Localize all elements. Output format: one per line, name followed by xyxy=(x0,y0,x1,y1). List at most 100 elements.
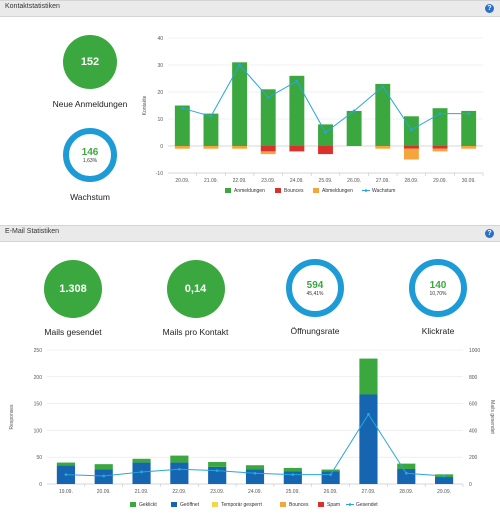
legend-label: Temporär gesperrt xyxy=(221,502,262,508)
open-rate-value: 594 xyxy=(306,279,324,291)
legend-label: Abmeldungen xyxy=(322,188,353,194)
click-rate-percent: 10,70% xyxy=(429,290,447,297)
mails-sent-circle: 1.308 xyxy=(44,260,102,318)
bar-abmeldungen xyxy=(375,146,391,149)
x-tick-label: 23.09. xyxy=(210,489,224,495)
panel-title: E-Mail Statistiken xyxy=(5,228,60,235)
point-wachstum xyxy=(324,131,327,134)
y-axis-label: Responses xyxy=(9,404,15,430)
y-tick-label: 0 xyxy=(39,482,42,488)
legend-swatch-dot xyxy=(364,189,368,192)
open-rate-ring: 594 45,41% xyxy=(286,259,344,317)
bar-geklickt xyxy=(132,458,151,463)
y-tick-label: 40 xyxy=(157,36,163,42)
bar-geoeffnet xyxy=(283,471,302,484)
x-tick-label: 27.09. xyxy=(376,178,390,184)
help-icon[interactable]: ? xyxy=(485,4,494,13)
legend-swatch xyxy=(212,502,218,507)
point-gesendet xyxy=(329,473,333,477)
point-gesendet xyxy=(64,473,68,477)
bar-geklickt xyxy=(94,464,113,470)
y2-tick-label: 600 xyxy=(469,402,478,408)
x-tick-label: 24.09. xyxy=(290,178,304,184)
y-tick-label: 250 xyxy=(34,348,43,354)
mails-sent-stat: 1.308 Mails gesendet xyxy=(28,260,118,337)
panel-title: Kontaktstatistiken xyxy=(5,3,60,10)
mails-per-contact-label: Mails pro Kontakt xyxy=(162,327,229,337)
bar-abmeldungen xyxy=(260,151,276,155)
point-wachstum xyxy=(438,112,442,115)
legend-swatch xyxy=(171,502,177,507)
point-wachstum xyxy=(381,85,385,88)
y-axis-label: Kontakte xyxy=(142,95,148,115)
bar-abmeldungen xyxy=(432,148,448,152)
point-gesendet xyxy=(404,471,408,475)
point-gesendet xyxy=(140,470,143,474)
point-wachstum xyxy=(238,63,241,67)
bar-bounces xyxy=(432,146,448,149)
bar-geklickt xyxy=(208,462,227,467)
mails-per-contact-stat: 0,14 Mails pro Kontakt xyxy=(148,260,243,337)
legend-swatch xyxy=(225,188,231,193)
legend-label: Spam xyxy=(327,502,340,508)
mails-sent-label: Mails gesendet xyxy=(44,327,102,337)
bar-abmeldungen xyxy=(403,148,419,160)
bar-geoeffnet xyxy=(435,477,454,484)
legend-swatch xyxy=(318,502,324,507)
click-rate-stat: 140 10,70% Klickrate xyxy=(393,259,483,336)
growth-stat: 146 1,63% Wachstum xyxy=(45,128,135,202)
bar-abmeldungen xyxy=(461,146,477,149)
legend-label: Anmeldungen xyxy=(234,188,265,194)
x-tick-label: 23.09. xyxy=(261,178,275,184)
point-wachstum xyxy=(295,79,299,83)
open-rate-stat: 594 45,41% Öffnungsrate xyxy=(270,259,360,336)
y2-tick-label: 0 xyxy=(469,482,472,488)
bar-geoeffnet xyxy=(359,394,378,484)
x-tick-label: 28.09. xyxy=(404,178,418,184)
bar-geklickt xyxy=(170,455,189,463)
point-gesendet xyxy=(442,474,446,478)
y2-axis-label: Mails gesendet xyxy=(489,400,495,434)
x-tick-label: 20.09. xyxy=(97,489,111,495)
x-tick-label: 22.09. xyxy=(172,489,186,495)
help-icon[interactable]: ? xyxy=(485,229,494,238)
line-wachstum xyxy=(182,64,469,134)
bar-abmeldungen xyxy=(232,146,248,149)
point-gesendet xyxy=(291,473,295,477)
new-signups-circle: 152 xyxy=(63,35,117,89)
point-gesendet xyxy=(177,467,181,471)
x-tick-label: 21.09. xyxy=(135,489,149,495)
bar-anmeldungen xyxy=(203,113,219,146)
x-tick-label: 22.09. xyxy=(233,178,247,184)
x-tick-label: 30.09. xyxy=(462,178,476,184)
contact-stats-header: Kontaktstatistiken ? xyxy=(0,0,500,17)
x-tick-label: 25.09. xyxy=(286,489,300,495)
bar-anmeldungen xyxy=(461,110,477,146)
y-tick-label: 0 xyxy=(160,144,163,150)
bar-geklickt xyxy=(283,467,302,472)
point-wachstum xyxy=(410,128,413,132)
y-tick-label: 30 xyxy=(157,63,163,69)
contact-stats-chart: 40 30 20 10 0 -10 Kontakte 20.09. 21.09. 22.09. 23… xyxy=(142,36,484,194)
bar-bounces xyxy=(403,146,419,149)
click-rate-value: 140 xyxy=(429,279,447,291)
x-tick-label: 29.09. xyxy=(433,178,447,184)
x-tick-label: 26.09. xyxy=(324,489,338,495)
x-tick-label: 26.09. xyxy=(347,178,361,184)
bar-geoeffnet xyxy=(170,462,189,484)
legend-label: Bounces xyxy=(289,502,309,508)
x-tick-label: 24.09. xyxy=(248,489,262,495)
bar-geoeffnet xyxy=(397,468,416,484)
legend-swatch xyxy=(280,502,286,507)
click-rate-label: Klickrate xyxy=(421,326,455,336)
bar-anmeldungen xyxy=(174,105,190,146)
y2-tick-label: 1000 xyxy=(469,348,480,354)
bar-geklickt xyxy=(56,462,75,466)
bar-bounces xyxy=(289,146,305,152)
legend-swatch xyxy=(275,188,281,193)
bar-bounces xyxy=(318,146,333,155)
bar-abmeldungen xyxy=(203,146,219,149)
open-rate-label: Öffnungsrate xyxy=(290,326,340,336)
bar-abmeldungen xyxy=(174,146,190,149)
y-tick-label: 100 xyxy=(34,428,43,434)
